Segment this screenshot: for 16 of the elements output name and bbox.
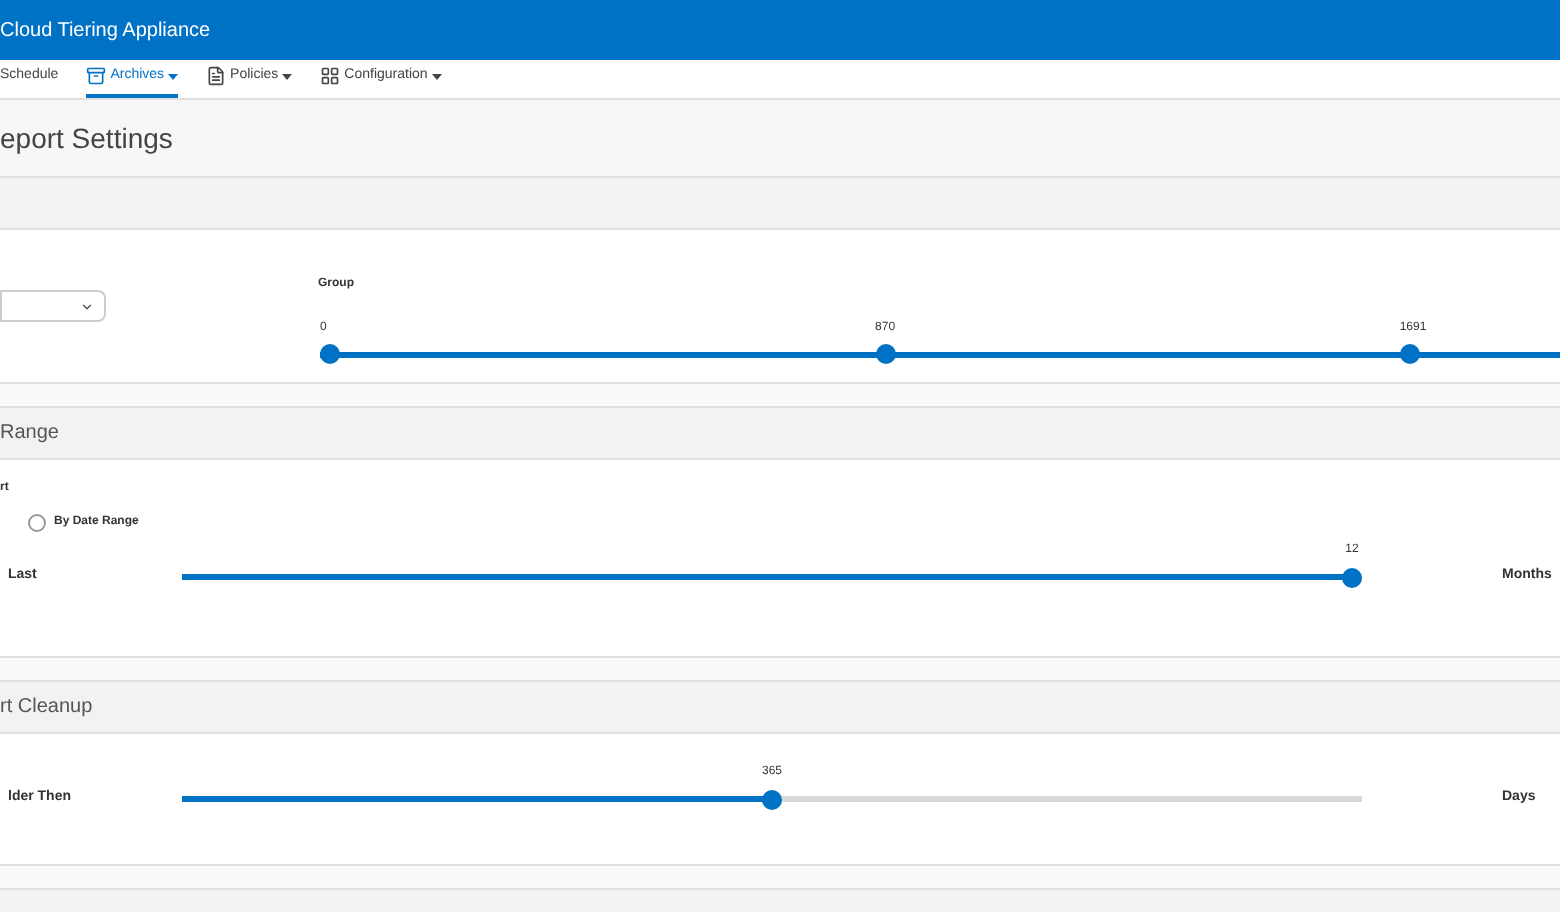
dropdown-field[interactable] bbox=[0, 290, 106, 322]
caret-icon bbox=[80, 299, 94, 313]
slider-thumb[interactable] bbox=[320, 344, 340, 364]
document-icon bbox=[206, 66, 227, 86]
app-title: Cloud Tiering Appliance bbox=[0, 17, 211, 45]
slider-thumb[interactable] bbox=[875, 344, 896, 364]
archive-icon bbox=[86, 66, 107, 86]
slider-thumb[interactable] bbox=[1342, 567, 1362, 587]
slider-thumb[interactable] bbox=[1399, 344, 1420, 364]
grid-icon bbox=[320, 66, 341, 86]
slider-track[interactable] bbox=[320, 344, 1560, 364]
slider-thumb[interactable] bbox=[762, 789, 782, 809]
section-title: rt Cleanup bbox=[0, 694, 93, 722]
page-title: eport Settings bbox=[0, 119, 173, 158]
section-title: Range bbox=[0, 420, 59, 448]
radio-button[interactable] bbox=[28, 514, 46, 532]
